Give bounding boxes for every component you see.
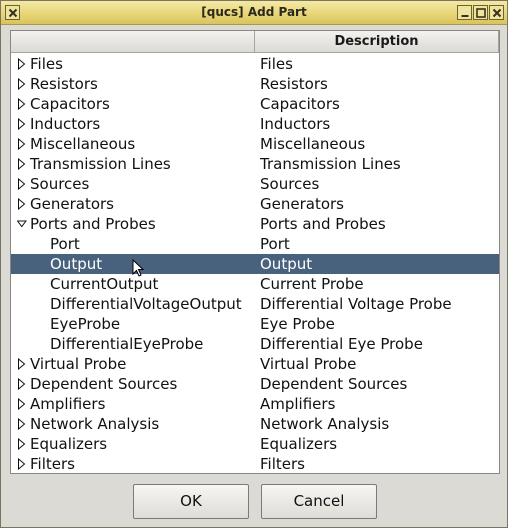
add-part-dialog: [qucs] Add Part Description Files Files Re… [0,0,508,528]
tree-row-name: Files [30,55,63,73]
tree-row[interactable]: Virtual Probe Virtual Probe [11,354,499,374]
minimize-icon[interactable] [457,5,472,20]
tree-row-name: Miscellaneous [30,135,136,153]
close-icon[interactable] [489,5,504,20]
tree-row[interactable]: Ports and Probes Ports and Probes [11,214,499,234]
tree-row-name: Resistors [30,75,98,93]
collapsed-arrow-icon[interactable] [17,98,27,110]
column-header-name[interactable] [11,31,255,52]
tree-row-description: Generators [260,195,344,213]
tree-row-name: Inductors [30,115,101,133]
collapsed-arrow-icon[interactable] [17,158,27,170]
tree-row-description: Filters [260,455,305,473]
tree-row-description: Amplifiers [260,395,336,413]
tree-row-name: Capacitors [30,95,110,113]
tree-row-description: Eye Probe [260,315,335,333]
mouse-cursor-icon [132,259,145,277]
tree-row-description: Capacitors [260,95,340,113]
tree-row[interactable]: Sources Sources [11,174,499,194]
tree-row-description: Network Analysis [260,415,390,433]
tree-row-description: Ports and Probes [260,215,386,233]
tree-row[interactable]: Amplifiers Amplifiers [11,394,499,414]
collapsed-arrow-icon[interactable] [17,378,27,390]
tree-row-description: Sources [260,175,320,193]
collapsed-arrow-icon[interactable] [17,138,27,150]
tree-row-description: Differential Eye Probe [260,335,423,353]
tree-row-name: Amplifiers [30,395,106,413]
tree-row-name: Filters [30,455,75,473]
tree-row[interactable]: Equalizers Equalizers [11,434,499,454]
tree-row-name: Network Analysis [30,415,160,433]
column-header-description[interactable]: Description [255,31,499,52]
cancel-button[interactable]: Cancel [261,484,377,519]
title-bar[interactable]: [qucs] Add Part [1,1,507,25]
tree-row-description: Dependent Sources [260,375,408,393]
tree-row[interactable]: Miscellaneous Miscellaneous [11,134,499,154]
tree-row[interactable]: Dependent Sources Dependent Sources [11,374,499,394]
tree-row-name: Transmission Lines [30,155,171,173]
tree-row-name: Output [50,255,103,273]
collapsed-arrow-icon[interactable] [17,118,27,130]
tree-row-description: Inductors [260,115,331,133]
tree-row-description: Transmission Lines [260,155,401,173]
tree-row-name: Generators [30,195,114,213]
tree-row-name: Equalizers [30,435,108,453]
tree-rows: Files Files Resistors Resistors Capacitors Ca… [11,54,499,473]
tree-row[interactable]: Transmission Lines Transmission Lines [11,154,499,174]
tree-row-name: Ports and Probes [30,215,156,233]
tree-row[interactable]: DifferentialEyeProbe Differential Eye Pro… [11,334,499,354]
tree-row-description: Output [260,255,313,273]
tree-row-description: Virtual Probe [260,355,357,373]
tree-row[interactable]: Network Analysis Network Analysis [11,414,499,434]
tree-row-description: Differential Voltage Probe [260,295,452,313]
tree-row[interactable]: Generators Generators [11,194,499,214]
collapsed-arrow-icon[interactable] [17,178,27,190]
tree-row-name: Sources [30,175,90,193]
tree-row-description: Miscellaneous [260,135,366,153]
collapsed-arrow-icon[interactable] [17,398,27,410]
tree-row-description: Files [260,55,293,73]
tree-row-description: Port [260,235,290,253]
tree-row-name: Virtual Probe [30,355,127,373]
expanded-arrow-icon[interactable] [17,218,27,230]
maximize-icon[interactable] [473,5,488,20]
collapsed-arrow-icon[interactable] [17,418,27,430]
collapsed-arrow-icon[interactable] [17,458,27,470]
tree-row-name: DifferentialEyeProbe [50,335,204,353]
tree-row-name: Port [50,235,80,253]
tree-row[interactable]: Capacitors Capacitors [11,94,499,114]
collapsed-arrow-icon[interactable] [17,358,27,370]
window-title: [qucs] Add Part [201,5,307,19]
tree-row[interactable]: DifferentialVoltageOutput Differential Vo… [11,294,499,314]
tree-row-description: Resistors [260,75,328,93]
tree-row-name: DifferentialVoltageOutput [50,295,242,313]
collapsed-arrow-icon[interactable] [17,198,27,210]
collapsed-arrow-icon[interactable] [17,438,27,450]
component-tree[interactable]: Description Files Files Resistors Resistors… [10,30,500,474]
tree-header: Description [11,31,499,53]
collapsed-arrow-icon[interactable] [17,78,27,90]
tree-row[interactable]: Resistors Resistors [11,74,499,94]
tree-row-name: Dependent Sources [30,375,178,393]
collapsed-arrow-icon[interactable] [17,58,27,70]
tree-row[interactable]: Inductors Inductors [11,114,499,134]
tree-row-description: Equalizers [260,435,338,453]
tree-row[interactable]: Output Output [11,254,499,274]
ok-button[interactable]: OK [133,484,249,519]
tree-row[interactable]: Filters Filters [11,454,499,473]
tree-row[interactable]: Port Port [11,234,499,254]
tree-row-description: Current Probe [260,275,364,293]
tree-row[interactable]: EyeProbe Eye Probe [11,314,499,334]
tree-row[interactable]: Files Files [11,54,499,74]
tree-row[interactable]: CurrentOutput Current Probe [11,274,499,294]
tree-row-name: EyeProbe [50,315,121,333]
